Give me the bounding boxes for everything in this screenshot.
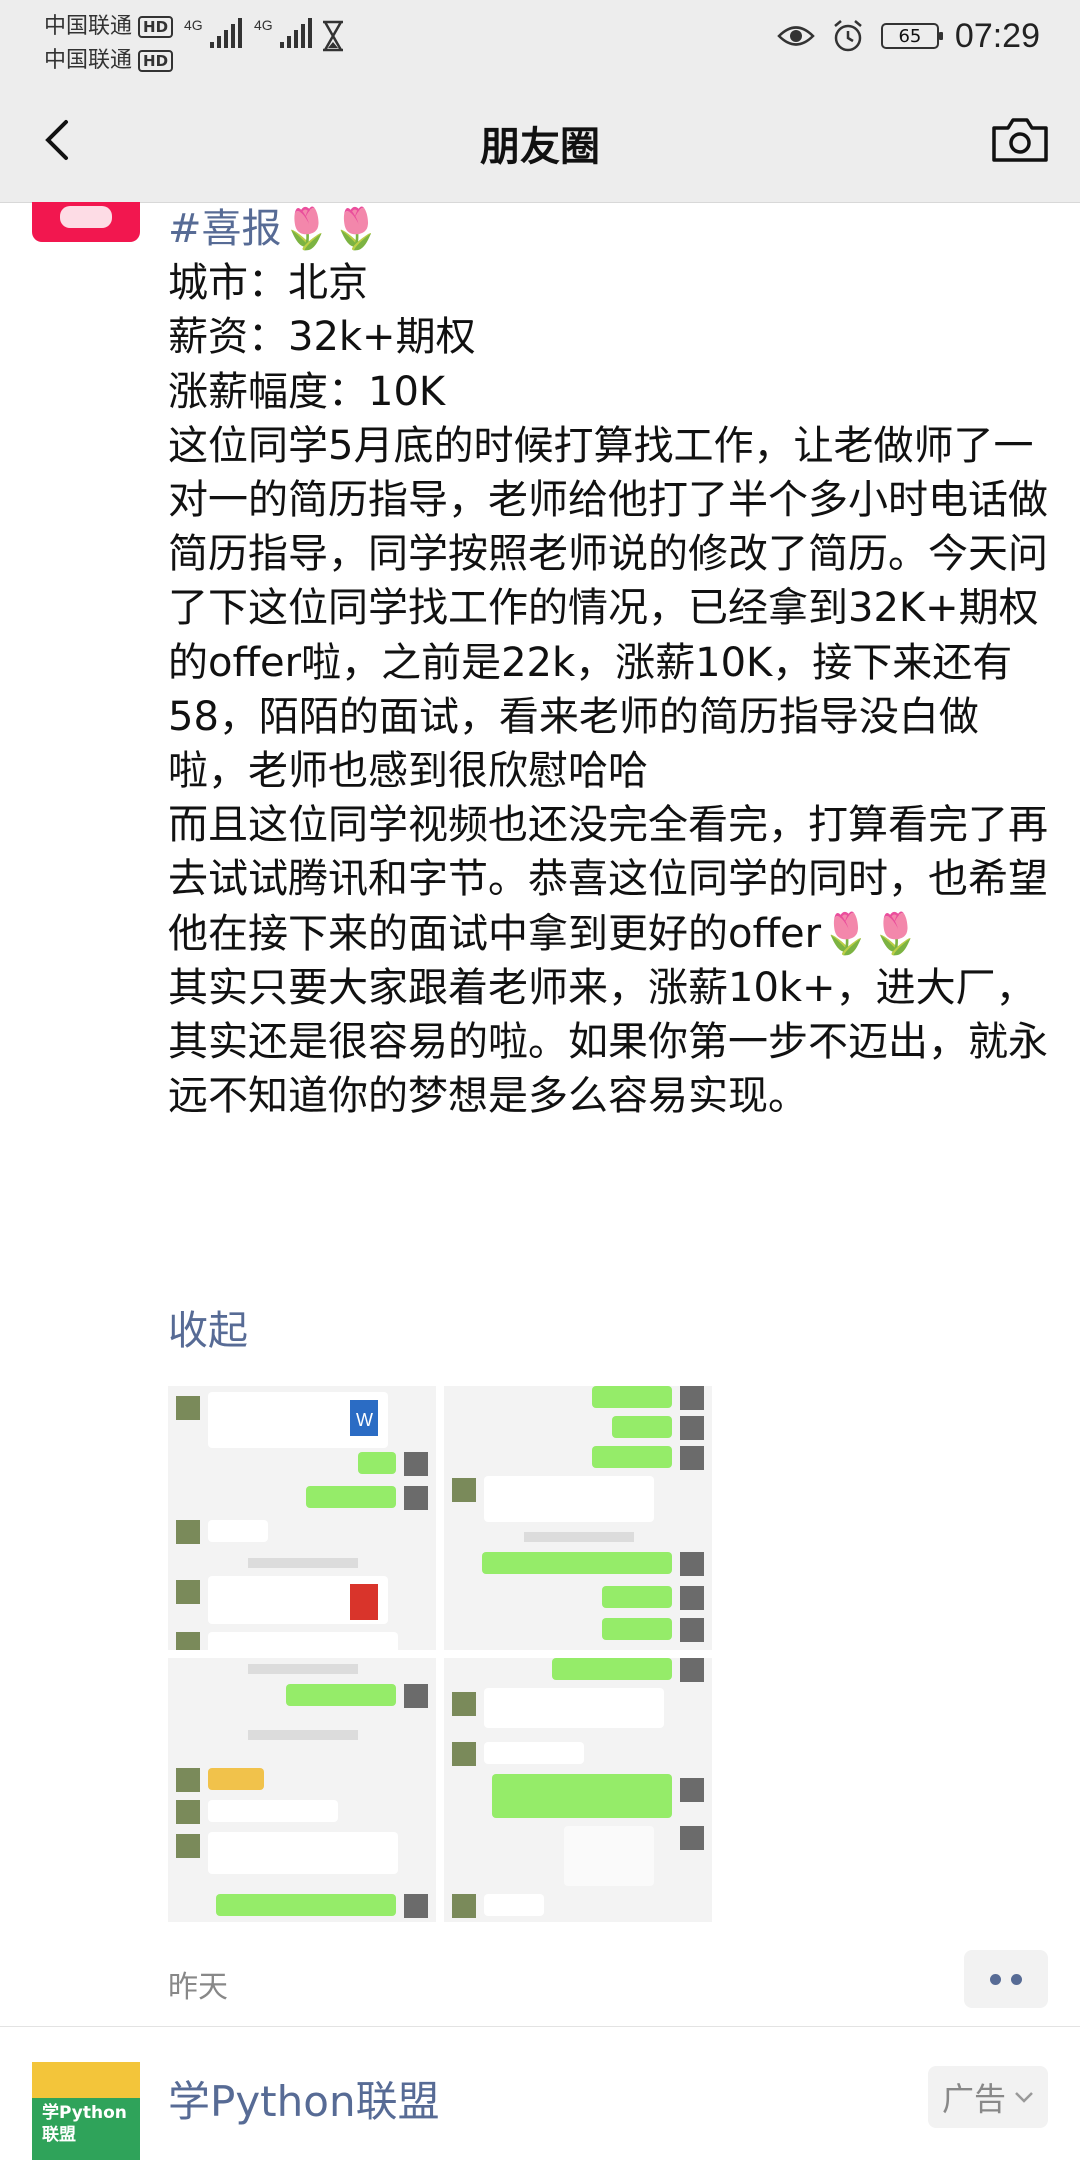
- svg-text:W: W: [356, 1410, 373, 1430]
- ad-author-name[interactable]: 学Python联盟: [168, 2068, 440, 2129]
- divider: [0, 2026, 1080, 2027]
- post-time: 昨天: [168, 1970, 228, 2005]
- dot-icon: [1011, 1973, 1022, 1985]
- ad-badge-label: 广告: [941, 2080, 1006, 2118]
- page-title: 朋友圈: [480, 124, 600, 170]
- ad-avatar-label: 学Python联盟: [42, 2103, 127, 2145]
- battery-icon: 65: [880, 23, 943, 49]
- post-paragraph-2: 而且这位同学视频也还没完全看完，打算看完了再去试试腾讯和字节。恭喜这位同学的同时…: [168, 802, 1048, 957]
- camera-button[interactable]: [986, 106, 1054, 174]
- post-paragraph-1: 这位同学5月底的时候打算找工作，让老做师了一对一的简历指导，老师给他打了半个多小…: [168, 422, 1048, 795]
- post-content: #喜报🌷🌷 城市：北京 薪资：32k+期权 涨薪幅度：10K 这位同学5月底的时…: [168, 202, 1048, 1123]
- status-time: 07:29: [954, 16, 1040, 55]
- ad-avatar[interactable]: 学Python联盟: [32, 2062, 140, 2160]
- carrier-2: 中国联通 HD: [44, 42, 174, 74]
- post-line-salary: 薪资：32k+期权: [168, 314, 476, 361]
- post-line-raise: 涨薪幅度：10K: [168, 368, 446, 415]
- chevron-down-icon: [1015, 2092, 1033, 2103]
- post-paragraph-3: 其实只要大家跟着老师来，涨薪10k+，进大厂，其实还是很容易的啦。如果你第一步不…: [168, 964, 1048, 1120]
- network-2-label: 4G: [254, 17, 273, 33]
- chat-screenshot-3[interactable]: [168, 1658, 436, 1922]
- comment-action-button[interactable]: [964, 1950, 1048, 2008]
- network-1-label: 4G: [184, 17, 203, 33]
- ad-badge-button[interactable]: 广告: [928, 2066, 1048, 2128]
- carrier-1: 中国联通 HD: [44, 8, 174, 40]
- carrier-1-label: 中国联通: [44, 14, 133, 39]
- chat-screenshot-4[interactable]: [444, 1658, 712, 1922]
- hourglass-icon: [323, 20, 343, 52]
- status-bar: 中国联通 HD 中国联通 HD 4G 4G 65 07:29: [0, 0, 1080, 80]
- collapse-link[interactable]: 收起: [168, 1298, 248, 1356]
- poster-avatar[interactable]: [32, 202, 140, 242]
- post-hashtag[interactable]: #喜报🌷🌷: [168, 202, 1048, 256]
- post-line-city: 城市：北京: [168, 260, 368, 307]
- hd-badge: HD: [138, 50, 174, 72]
- camera-icon: [992, 118, 1048, 162]
- hd-badge: HD: [138, 16, 174, 38]
- nav-bar: 朋友圈: [0, 80, 1080, 203]
- image-grid: W: [168, 1386, 712, 1922]
- carrier-2-label: 中国联通: [44, 48, 133, 73]
- chat-screenshot-2[interactable]: [444, 1386, 712, 1650]
- dot-icon: [990, 1973, 1001, 1985]
- signal-2-icon: 4G: [254, 17, 312, 48]
- alarm-icon: [834, 20, 862, 52]
- eye-icon: [777, 26, 815, 46]
- signal-1-icon: 4G: [184, 17, 242, 48]
- battery-level: 65: [898, 25, 922, 47]
- chat-screenshot-1[interactable]: W: [168, 1386, 436, 1650]
